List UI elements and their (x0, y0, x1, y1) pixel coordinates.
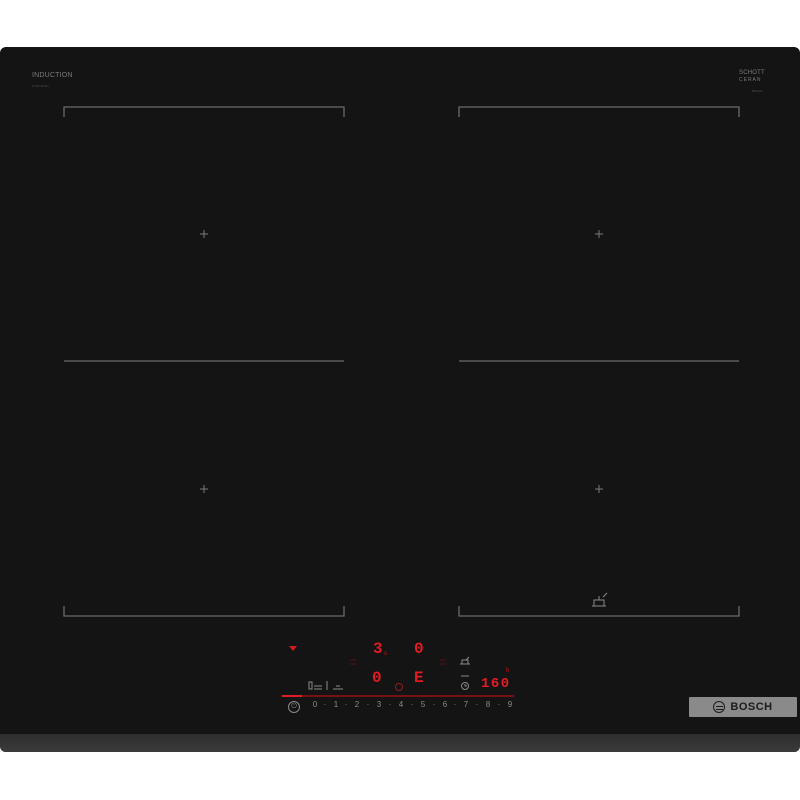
scale-level[interactable]: 2 (352, 700, 362, 709)
powerboost-icon (314, 685, 322, 690)
scale-separator: · (410, 700, 414, 709)
plus-icon (595, 230, 603, 238)
zone-front-left-outline (63, 606, 345, 617)
scale-level[interactable]: 6 (440, 700, 450, 709)
scale-level[interactable]: 9 (505, 700, 515, 709)
scale-separator: · (475, 700, 479, 709)
hotplate-cookware-icon (592, 592, 608, 607)
zone-rear-level-display: 3 (373, 640, 384, 658)
zone-rear-left-outline (63, 106, 345, 117)
cooking-zone-markings (63, 106, 740, 697)
timer-unit-display: h (506, 668, 510, 674)
zone-rear-sub-display: s (384, 651, 387, 657)
scale-level[interactable]: 0 (310, 700, 320, 709)
combine-zone-icon (308, 681, 313, 690)
plus-icon (595, 485, 603, 493)
bosch-brand-badge: BOSCH (689, 697, 797, 717)
plus-icon (200, 230, 208, 238)
bosch-logo-icon (713, 701, 726, 713)
wifi-icon (289, 646, 297, 651)
scale-level[interactable]: 3 (374, 700, 384, 709)
zone-rear-right-outline (458, 106, 740, 117)
frying-sensor-icon (333, 685, 343, 690)
hob-cookware-mini-icon (460, 656, 470, 677)
zone-front-right-outline (458, 606, 740, 617)
timer-display: 160 (481, 676, 511, 692)
scale-level[interactable]: 8 (483, 700, 493, 709)
bosch-brand-text: BOSCH (730, 701, 773, 713)
lock-icon (395, 683, 403, 691)
plus-icon (200, 485, 208, 493)
scale-level[interactable]: 1 (331, 700, 341, 709)
timer-clock-icon (461, 682, 469, 690)
scale-separator: · (432, 700, 436, 709)
zone-front-right-display: E (414, 669, 425, 687)
scale-separator: · (323, 700, 327, 709)
scale-separator: · (388, 700, 392, 709)
scale-separator: · (366, 700, 370, 709)
scale-separator: · (453, 700, 457, 709)
scale-level[interactable]: 4 (396, 700, 406, 709)
zone-front-left-display: 0 (372, 669, 383, 687)
scale-separator: · (344, 700, 348, 709)
power-level-slider[interactable]: 0 1 2 3 4 5 6 7 8 9 · · · · · · · · · (308, 700, 520, 714)
power-button[interactable]: ⏻ (288, 701, 300, 713)
scale-level[interactable]: 5 (418, 700, 428, 709)
zone-rear-right-display: 0 (414, 640, 425, 658)
scale-level[interactable]: 7 (461, 700, 471, 709)
scale-separator: · (497, 700, 501, 709)
